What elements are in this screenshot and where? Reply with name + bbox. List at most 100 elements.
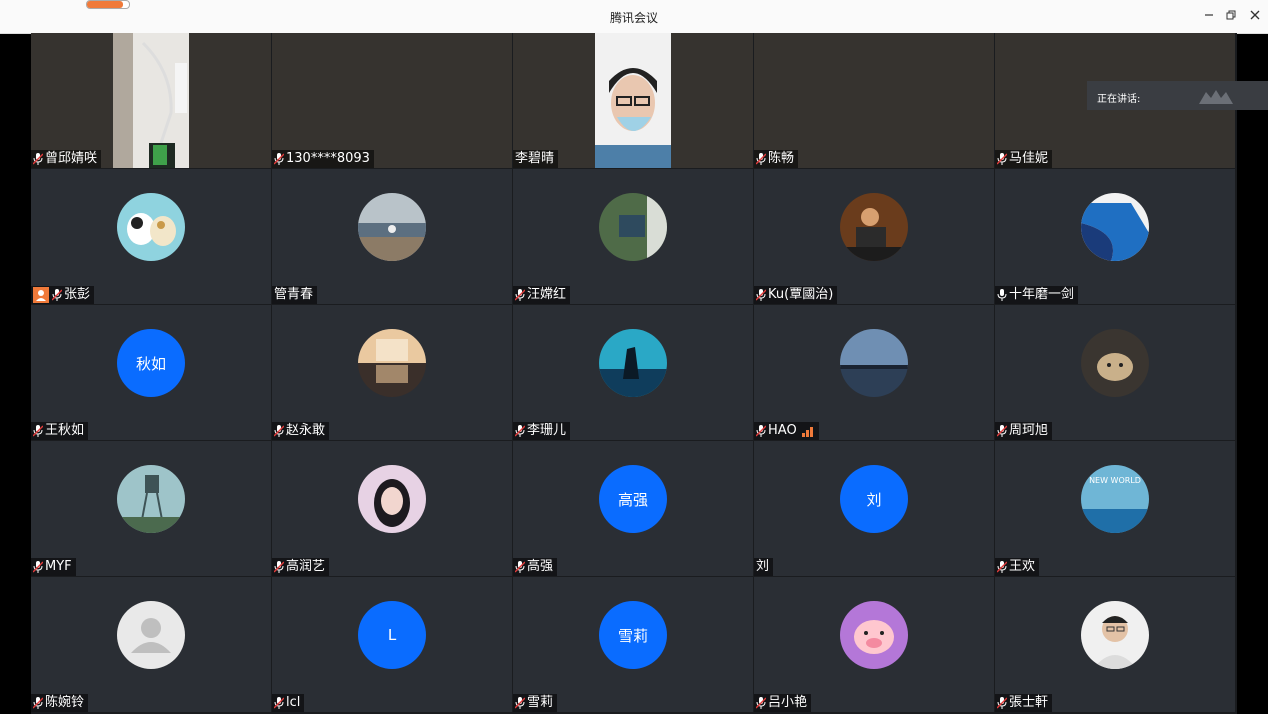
participant-name-tag: 曾邱婧咲 — [31, 150, 102, 168]
participant-tile[interactable]: 李珊儿 — [513, 305, 753, 440]
minimize-button[interactable] — [1200, 8, 1218, 26]
participant-name: 刘 — [756, 559, 770, 574]
mic-muted-icon — [515, 697, 525, 709]
mic-muted-icon — [515, 289, 525, 301]
pink-pig-image — [840, 601, 908, 669]
participant-tile[interactable]: Llcl — [272, 577, 512, 712]
participant-name: 汪嫦红 — [527, 287, 567, 302]
participant-tile[interactable]: NEW WORLD 王欢 — [995, 441, 1235, 576]
participant-tile[interactable]: Ku(覃國治) — [754, 169, 994, 304]
mic-muted-icon — [33, 425, 43, 437]
lake-person-image — [358, 193, 426, 261]
minimize-icon — [1205, 14, 1213, 16]
participant-name: MYF — [45, 559, 72, 574]
participant-name: lcl — [286, 695, 301, 710]
participant-name-tag: 李珊儿 — [513, 422, 571, 440]
participant-tile[interactable]: MYF — [31, 441, 271, 576]
participant-name: 雪莉 — [527, 695, 554, 710]
title-bar: 腾讯会议 — [0, 0, 1268, 34]
active-speaker-panel: 正在讲话: — [1087, 81, 1268, 110]
participant-name-tag: 吕小艳 — [754, 694, 812, 712]
participant-name-tag: 张彭 — [31, 286, 95, 304]
participant-name-tag: HAO — [754, 422, 819, 440]
blue-coast-image — [1081, 193, 1149, 261]
participant-name-tag: 高强 — [513, 558, 558, 576]
participant-name-tag: lcl — [272, 694, 305, 712]
default-user-image — [117, 601, 185, 669]
participant-tile[interactable]: 管青春 — [272, 169, 512, 304]
participant-tile[interactable]: 高润艺 — [272, 441, 512, 576]
avatar — [599, 329, 667, 397]
participant-tile[interactable]: 吕小艳 — [754, 577, 994, 712]
close-icon — [1250, 10, 1260, 20]
cat-image — [1081, 329, 1149, 397]
building-reflection-image — [358, 329, 426, 397]
signal-strength-icon — [801, 427, 813, 437]
avatar-initials: L — [358, 601, 426, 669]
participant-tile[interactable]: HAO — [754, 305, 994, 440]
participant-tile[interactable]: 陈畅 — [754, 33, 994, 168]
mic-icon — [997, 289, 1007, 301]
avatar — [358, 465, 426, 533]
participant-name: 张彭 — [64, 287, 91, 302]
participant-name-tag: 陈畅 — [754, 150, 799, 168]
participant-name: 陈婉铃 — [45, 695, 85, 710]
participant-tile[interactable]: 130****8093 — [272, 33, 512, 168]
avatar — [117, 193, 185, 261]
close-button[interactable] — [1246, 8, 1264, 26]
participant-tile[interactable]: 周珂旭 — [995, 305, 1235, 440]
participant-name-tag: 赵永敢 — [272, 422, 330, 440]
participant-name: 曾邱婧咲 — [45, 151, 98, 166]
man-stage-image — [840, 193, 908, 261]
avatar-initials: 秋如 — [117, 329, 185, 397]
mic-muted-icon — [52, 289, 62, 301]
participant-tile[interactable]: 张彭 — [31, 169, 271, 304]
new-world-image: NEW WORLD — [1081, 465, 1149, 533]
video-frame-image — [595, 33, 671, 168]
participant-tile[interactable]: 李碧晴 — [513, 33, 753, 168]
participant-tile[interactable]: 秋如 王秋如 — [31, 305, 271, 440]
participant-tile[interactable]: 汪嫦红 — [513, 169, 753, 304]
participant-name: 王欢 — [1009, 559, 1036, 574]
video-feed — [595, 33, 671, 168]
restore-button[interactable] — [1222, 8, 1240, 26]
participant-tile[interactable]: 曾邱婧咲 — [31, 33, 271, 168]
host-icon — [33, 287, 49, 303]
mic-muted-icon — [997, 697, 1007, 709]
participant-tile[interactable]: 十年磨一剑 — [995, 169, 1235, 304]
mic-muted-icon — [997, 153, 1007, 165]
participant-tile[interactable]: 高强 高强 — [513, 441, 753, 576]
participant-name: 十年磨一剑 — [1009, 287, 1075, 302]
participant-tile[interactable]: 雪莉 雪莉 — [513, 577, 753, 712]
participant-name-tag: 陈婉铃 — [31, 694, 89, 712]
participant-name: 張士軒 — [1009, 695, 1049, 710]
man-glasses-image — [1081, 601, 1149, 669]
avatar — [1081, 329, 1149, 397]
cartoon-dogs-image — [117, 193, 185, 261]
participant-tile[interactable]: 赵永敢 — [272, 305, 512, 440]
participant-name: 吕小艳 — [768, 695, 808, 710]
speaker-logo-icon — [1199, 90, 1233, 104]
avatar-initials: 高强 — [599, 465, 667, 533]
participant-name: 周珂旭 — [1009, 423, 1049, 438]
avatar — [840, 329, 908, 397]
participant-name-tag: Ku(覃國治) — [754, 286, 838, 304]
avatar — [599, 193, 667, 261]
svg-text:NEW WORLD: NEW WORLD — [1089, 476, 1141, 485]
participant-tile[interactable]: 張士軒 — [995, 577, 1235, 712]
mic-muted-icon — [274, 697, 284, 709]
participant-tile[interactable]: 陈婉铃 — [31, 577, 271, 712]
participant-name-tag: 马佳妮 — [995, 150, 1053, 168]
avatar — [117, 465, 185, 533]
restore-icon — [1226, 10, 1236, 20]
participant-name-tag: 汪嫦红 — [513, 286, 571, 304]
participant-name: 李碧晴 — [515, 151, 555, 166]
avatar — [358, 193, 426, 261]
avatar-initials: 刘 — [840, 465, 908, 533]
participant-name-tag: 高润艺 — [272, 558, 330, 576]
progress-fill — [87, 1, 123, 8]
participant-name-tag: 130****8093 — [272, 150, 374, 168]
participant-name: Ku(覃國治) — [768, 287, 834, 302]
participant-tile[interactable]: 刘刘 — [754, 441, 994, 576]
avatar — [117, 601, 185, 669]
